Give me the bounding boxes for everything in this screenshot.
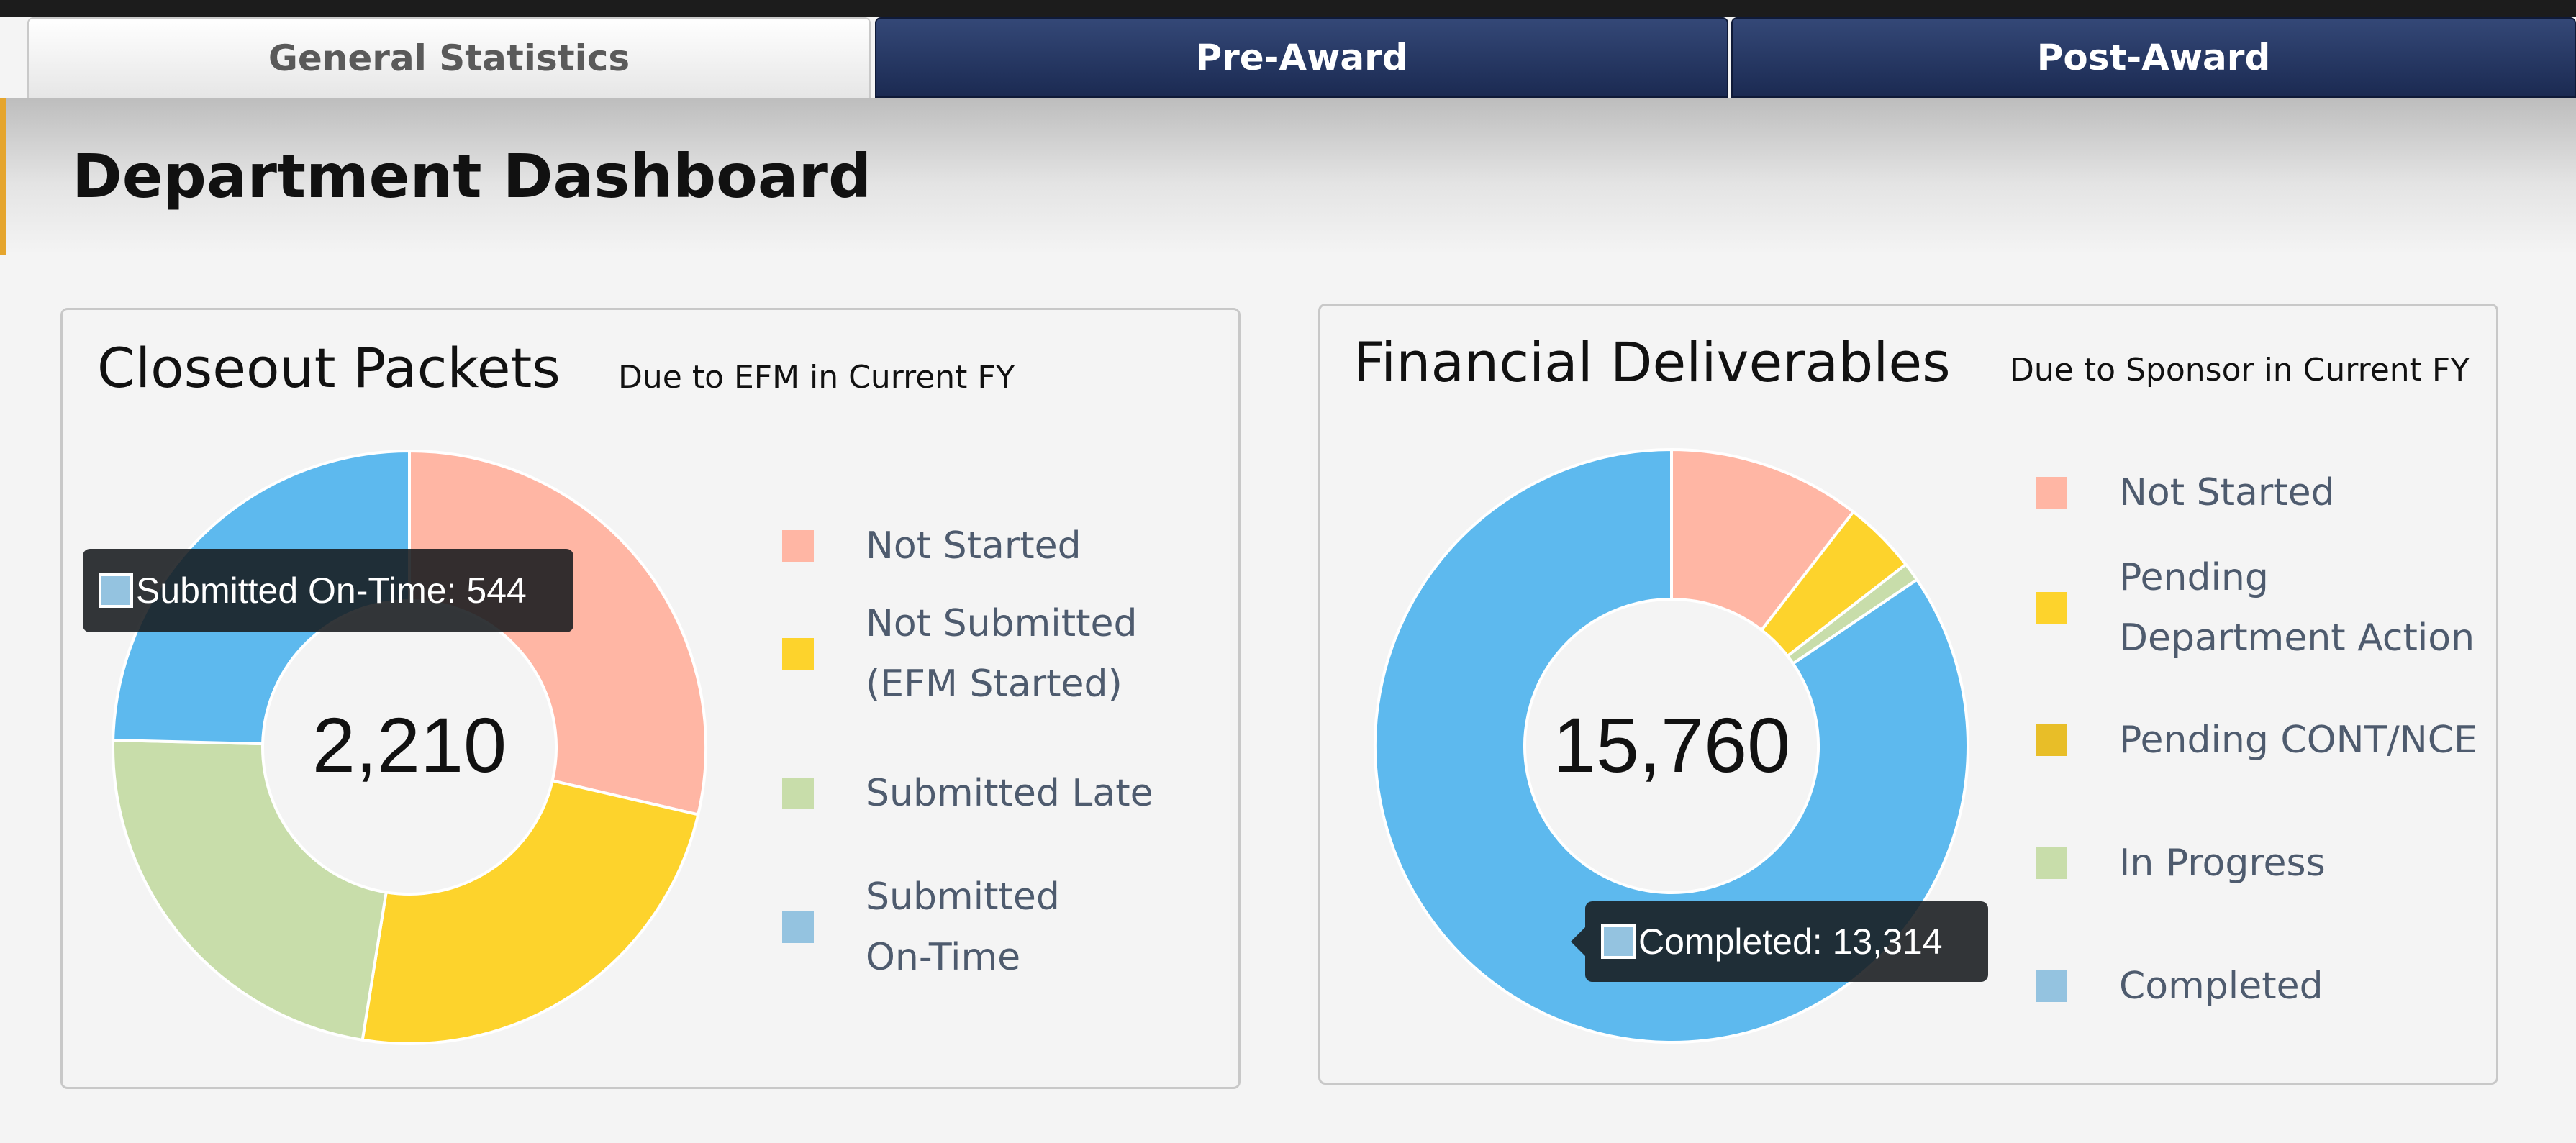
panel-title: Closeout Packets bbox=[97, 336, 561, 400]
tab-post-award[interactable]: Post-Award bbox=[1731, 17, 2576, 98]
financial-total: 15,760 bbox=[1552, 701, 1791, 788]
financial-tooltip: Completed: 13,314 bbox=[1571, 901, 1988, 982]
legend-swatch bbox=[2036, 847, 2067, 879]
panel-subtitle: Due to Sponsor in Current FY bbox=[2010, 352, 2470, 388]
header-accent-bar bbox=[0, 98, 6, 255]
legend-label: In Progress bbox=[2119, 842, 2326, 885]
legend-label: Pending Department Action bbox=[2119, 556, 2475, 660]
panel-title: Financial Deliverables bbox=[1353, 330, 1951, 394]
tooltip-caret bbox=[1571, 927, 1585, 956]
legend-swatch bbox=[782, 778, 814, 809]
legend-label: Not Started bbox=[866, 524, 1081, 568]
legend-swatch bbox=[782, 638, 814, 670]
legend-label: Pending CONT/NCE bbox=[2119, 719, 2477, 762]
legend-label: Not Submitted (EFM Started) bbox=[866, 602, 1138, 706]
tooltip-text: Completed: 13,314 bbox=[1638, 921, 1943, 962]
legend-item[interactable]: Pending CONT/NCE bbox=[2036, 710, 2477, 770]
legend-item[interactable]: Not Started bbox=[782, 516, 1081, 576]
legend-item[interactable]: Not Submitted (EFM Started) bbox=[782, 593, 1137, 714]
legend-swatch bbox=[2036, 592, 2067, 624]
legend-item[interactable]: In Progress bbox=[2036, 833, 2326, 893]
legend-swatch bbox=[2036, 970, 2067, 1002]
legend-label: Submitted On-Time bbox=[866, 875, 1060, 979]
legend-item[interactable]: Completed bbox=[2036, 956, 2323, 1016]
tab-general-statistics[interactable]: General Statistics bbox=[27, 17, 871, 98]
financial-deliverables-panel: Financial Deliverables Due to Sponsor in… bbox=[1318, 304, 2498, 1085]
legend-label: Completed bbox=[2119, 965, 2323, 1008]
closeout-packets-panel: Closeout Packets Due to EFM in Current F… bbox=[60, 308, 1241, 1089]
donut-slice-not-submitted-efm-started[interactable] bbox=[360, 778, 700, 1045]
legend-swatch bbox=[2036, 477, 2067, 509]
top-strip bbox=[0, 0, 2576, 17]
legend-swatch bbox=[2036, 724, 2067, 756]
closeout-tooltip: Submitted On-Time: 544 bbox=[83, 549, 573, 632]
tooltip-swatch bbox=[1601, 924, 1636, 959]
legend-item[interactable]: Not Started bbox=[2036, 463, 2335, 523]
page-title: Department Dashboard bbox=[72, 141, 872, 211]
tooltip-text: Submitted On-Time: 544 bbox=[136, 570, 527, 611]
tooltip-swatch bbox=[99, 573, 133, 608]
legend-item[interactable]: Submitted On-Time bbox=[782, 867, 1060, 988]
tab-pre-award[interactable]: Pre-Award bbox=[875, 17, 1728, 98]
legend-label: Not Started bbox=[2119, 471, 2335, 514]
panel-subtitle: Due to EFM in Current FY bbox=[618, 359, 1015, 396]
legend-swatch bbox=[782, 911, 814, 943]
legend-swatch bbox=[782, 530, 814, 562]
legend-item[interactable]: Pending Department Action bbox=[2036, 547, 2475, 668]
legend-item[interactable]: Submitted Late bbox=[782, 763, 1153, 824]
legend-label: Submitted Late bbox=[866, 772, 1153, 815]
tab-bar: General Statistics Pre-Award Post-Award bbox=[0, 17, 2576, 98]
closeout-total: 2,210 bbox=[312, 701, 507, 788]
